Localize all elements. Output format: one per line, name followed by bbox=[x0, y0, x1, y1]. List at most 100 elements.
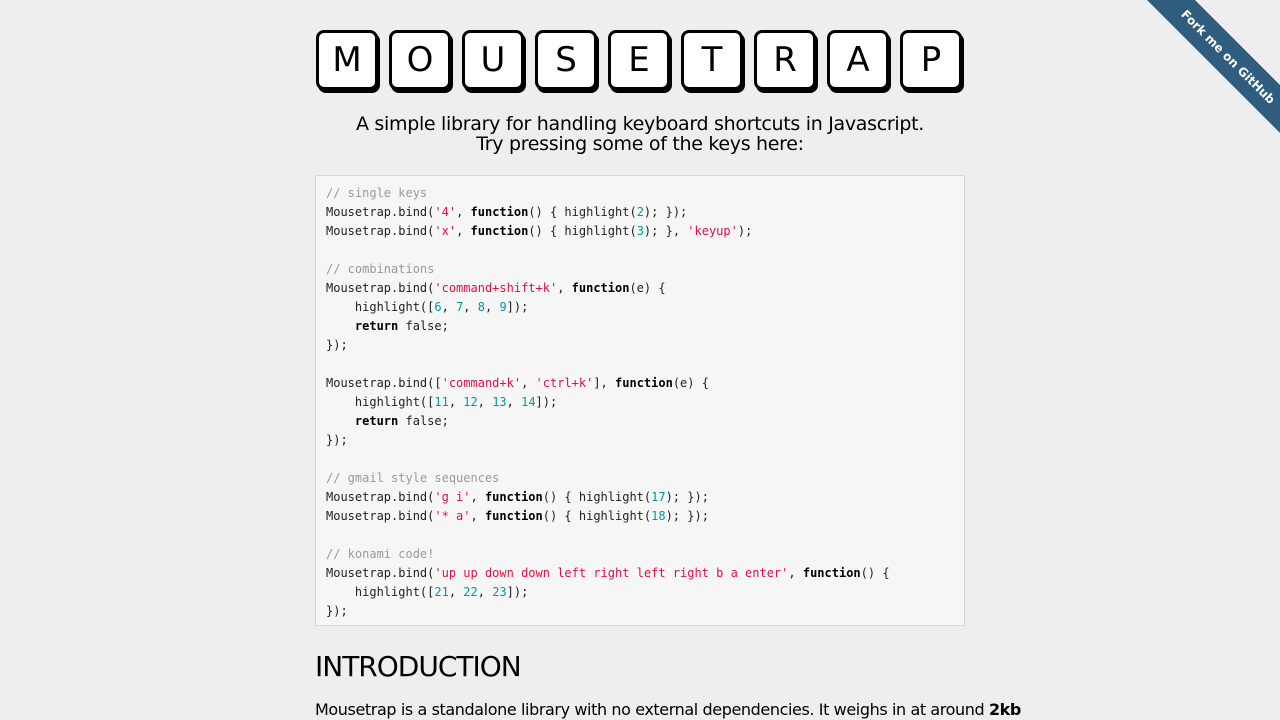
code-token: }); bbox=[326, 604, 348, 618]
code-token: 'g i' bbox=[434, 490, 471, 504]
logo-key-s: S bbox=[535, 30, 597, 90]
code-token: ); }, bbox=[643, 224, 688, 238]
code-token: Mousetrap.bind( bbox=[326, 566, 435, 580]
code-token: 8 bbox=[477, 300, 485, 314]
code-token: () { highlight( bbox=[542, 509, 652, 523]
code-token: // single keys bbox=[326, 186, 428, 200]
code-line: }); bbox=[326, 602, 954, 621]
code-token: ]); bbox=[535, 395, 558, 409]
code-token: Mousetrap.bind( bbox=[326, 224, 435, 238]
code-line: Mousetrap.bind('g i', function() { highl… bbox=[326, 488, 954, 507]
code-token: function bbox=[470, 224, 529, 238]
code-token: 'keyup' bbox=[687, 224, 738, 238]
code-token: () { highlight( bbox=[528, 205, 637, 219]
code-line: // combinations bbox=[326, 260, 954, 279]
code-example: // single keys Mousetrap.bind('4', functi… bbox=[315, 175, 965, 626]
code-token: Mousetrap.bind( bbox=[326, 205, 435, 219]
code-token: // konami code! bbox=[326, 547, 435, 561]
code-line: Mousetrap.bind(['command+k', 'ctrl+k'], … bbox=[326, 374, 954, 393]
code-token: 11 bbox=[434, 395, 449, 409]
code-token: }); bbox=[326, 338, 348, 352]
tagline: A simple library for handling keyboard s… bbox=[315, 114, 965, 154]
code-line: // konami code! bbox=[326, 545, 954, 564]
code-line: return false; bbox=[326, 317, 954, 336]
code-token: function bbox=[802, 566, 861, 580]
code-token: , bbox=[788, 566, 803, 580]
code-token: , bbox=[470, 490, 485, 504]
code-token: , bbox=[441, 300, 457, 314]
code-token: () { highlight( bbox=[542, 490, 652, 504]
logo-key-r: R bbox=[754, 30, 816, 90]
code-token: , bbox=[506, 395, 522, 409]
code-token: , bbox=[448, 585, 464, 599]
code-line: return false; bbox=[326, 412, 954, 431]
code-token: ); bbox=[737, 224, 753, 238]
logo-key-o: O bbox=[389, 30, 451, 90]
github-ribbon-container: Fork me on GitHub bbox=[1130, 0, 1280, 150]
code-token: , bbox=[521, 376, 536, 390]
code-token: 'command+shift+k' bbox=[434, 281, 558, 295]
code-token: 18 bbox=[651, 509, 666, 523]
code-token: '* a' bbox=[434, 509, 471, 523]
section-heading: INTRODUCTION bbox=[315, 650, 522, 683]
intro-bold: 2kb bbox=[988, 700, 1021, 719]
code-line: highlight([21, 22, 23]); bbox=[326, 583, 954, 602]
code-token: function bbox=[571, 281, 630, 295]
code-token: 'x' bbox=[434, 224, 457, 238]
logo-key-a: A bbox=[827, 30, 889, 90]
code-token: Mousetrap.bind( bbox=[326, 281, 435, 295]
code-token: 22 bbox=[463, 585, 478, 599]
intro-text: Mousetrap is a standalone library with n… bbox=[315, 700, 989, 719]
code-token: , bbox=[477, 395, 493, 409]
code-token: , bbox=[456, 224, 471, 238]
code-token: (e) { bbox=[629, 281, 666, 295]
code-token: false; bbox=[398, 319, 449, 333]
code-token: 'up up down down left right left right b… bbox=[434, 566, 789, 580]
logo-key-m: M bbox=[316, 30, 378, 90]
code-token: () { highlight( bbox=[528, 224, 637, 238]
code-line: }); bbox=[326, 336, 954, 355]
code-token: ); }); bbox=[665, 509, 709, 523]
code-line: Mousetrap.bind('4', function() { highlig… bbox=[326, 203, 954, 222]
code-token: 'command+k' bbox=[441, 376, 522, 390]
tagline-line-1: A simple library for handling keyboard s… bbox=[355, 113, 925, 135]
code-token: ]); bbox=[506, 300, 529, 314]
code-line: highlight([11, 12, 13, 14]); bbox=[326, 393, 954, 412]
code-token: 12 bbox=[463, 395, 478, 409]
code-line: highlight([6, 7, 8, 9]); bbox=[326, 298, 954, 317]
logo-key-p: P bbox=[900, 30, 962, 90]
code-line: Mousetrap.bind('* a', function() { highl… bbox=[326, 507, 954, 526]
tagline-line-2: Try pressing some of the keys here: bbox=[476, 133, 804, 155]
code-token: '4' bbox=[434, 205, 457, 219]
code-token: function bbox=[484, 509, 543, 523]
code-token: , bbox=[448, 395, 464, 409]
code-token: ]); bbox=[506, 585, 529, 599]
code-token: function bbox=[470, 205, 529, 219]
code-token: // combinations bbox=[326, 262, 435, 276]
code-token: , bbox=[484, 300, 500, 314]
code-token: Mousetrap.bind( bbox=[326, 509, 435, 523]
code-token: 3 bbox=[636, 224, 644, 238]
code-line: Mousetrap.bind('command+shift+k', functi… bbox=[326, 279, 954, 298]
code-token: highlight([ bbox=[326, 300, 435, 314]
code-line: Mousetrap.bind('x', function() { highlig… bbox=[326, 222, 954, 241]
code-token: function bbox=[615, 376, 673, 390]
code-token: 23 bbox=[492, 585, 507, 599]
logo-key-e: E bbox=[608, 30, 670, 90]
code-token: 2 bbox=[636, 205, 644, 219]
code-token: 17 bbox=[651, 490, 666, 504]
code-token: 21 bbox=[434, 585, 449, 599]
code-token: 14 bbox=[521, 395, 536, 409]
logo-keys: M O U S E T R A P bbox=[316, 30, 964, 96]
code-token: , bbox=[557, 281, 572, 295]
code-token: highlight([ bbox=[326, 395, 435, 409]
code-token: ); }); bbox=[643, 205, 688, 219]
code-token: ); }); bbox=[665, 490, 709, 504]
fork-on-github-link[interactable]: Fork me on GitHub bbox=[1146, 0, 1280, 139]
code-line: // gmail style sequences bbox=[326, 469, 954, 488]
code-token: false; bbox=[398, 414, 449, 428]
code-token: (e) { bbox=[672, 376, 709, 390]
